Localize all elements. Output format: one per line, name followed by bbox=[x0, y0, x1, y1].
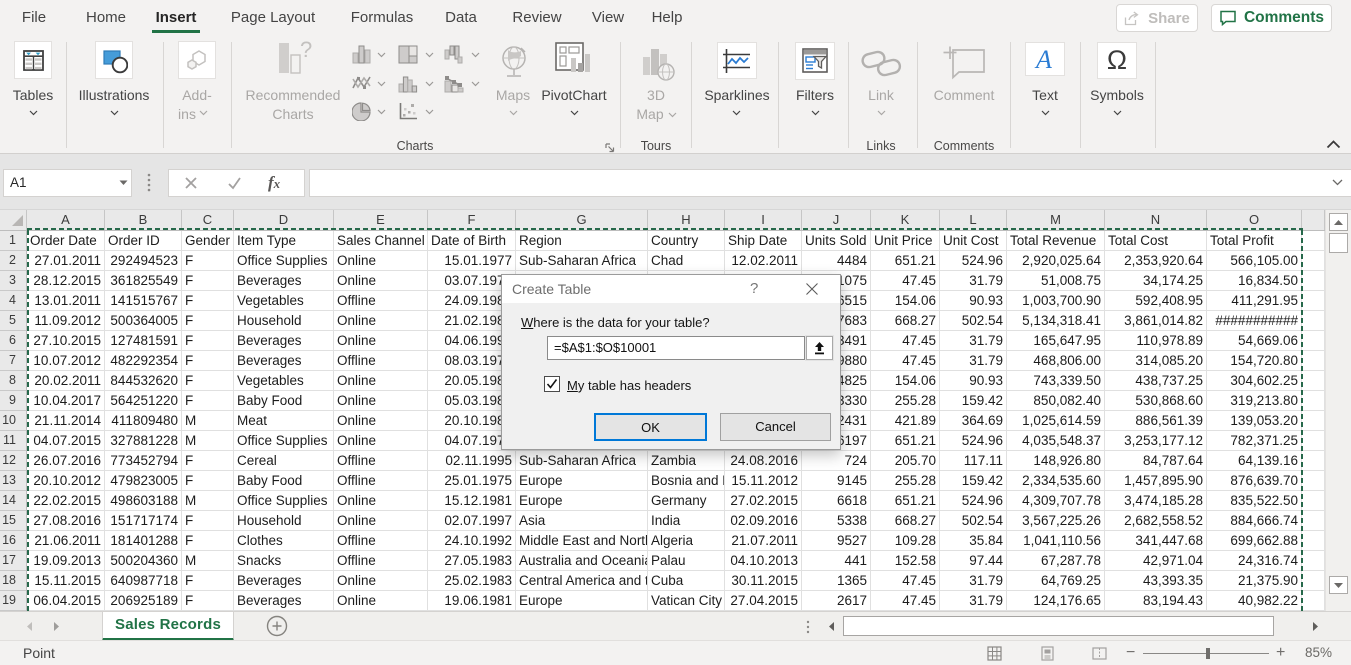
svg-text:?: ? bbox=[300, 41, 312, 62]
svg-text:A: A bbox=[1034, 46, 1052, 72]
